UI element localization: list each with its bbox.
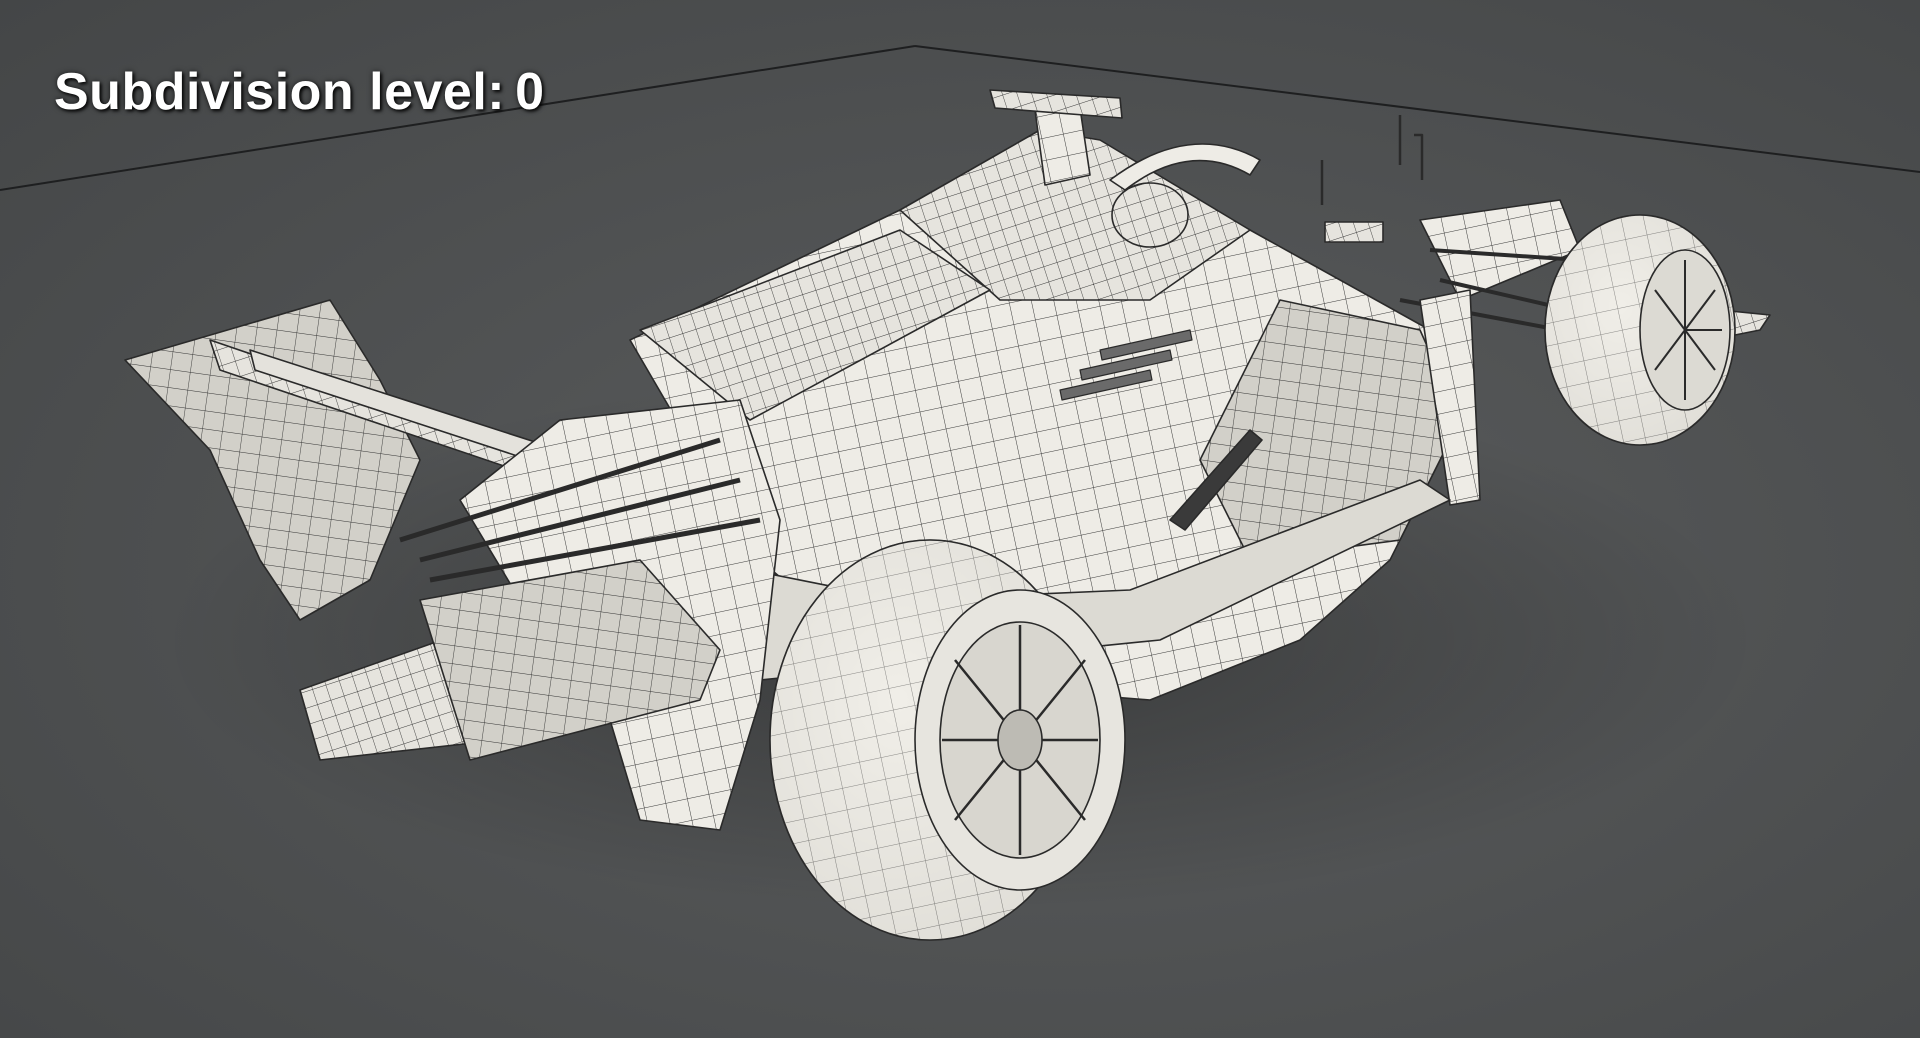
front-tyre-far[interactable] bbox=[1544, 214, 1736, 446]
scene-render bbox=[0, 45, 1920, 941]
halo bbox=[1109, 143, 1261, 191]
airbox bbox=[1034, 107, 1091, 186]
subdivision-level-label: Subdivision level: 0 bbox=[54, 62, 545, 122]
3d-viewport[interactable]: Subdivision level: 0 bbox=[0, 0, 1920, 1038]
mirror bbox=[1324, 221, 1384, 243]
subdivision-level-value: 0 bbox=[515, 63, 545, 121]
antennas bbox=[1320, 115, 1424, 205]
subdivision-label-text: Subdivision level: bbox=[54, 63, 506, 121]
cockpit-helmet bbox=[1111, 182, 1189, 248]
